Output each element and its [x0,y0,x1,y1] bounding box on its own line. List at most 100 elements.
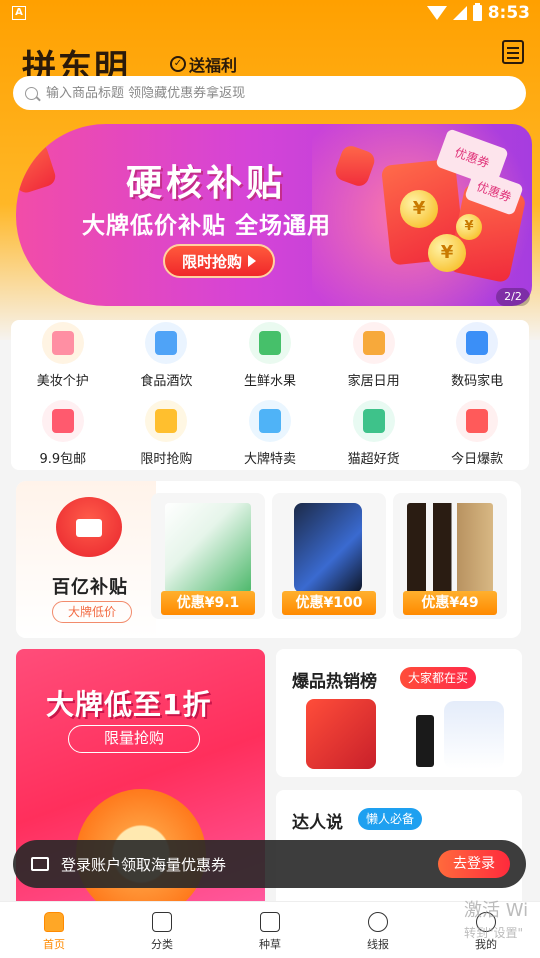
subsidy-title: 百亿补贴 [52,577,128,598]
status-bar: A 8:53 [0,0,540,28]
nav-label: 线报 [367,938,389,951]
category-label: 限时抢购 [140,452,193,467]
category-icon [248,400,291,442]
category-item[interactable]: 美妆个护 [11,320,115,400]
promo-talk-tag: 懒人必备 [358,808,423,830]
deals-icon [368,912,388,932]
subsidy-product-wine[interactable]: 优惠¥49 [393,493,507,619]
coin-icon: ¥ [456,214,482,240]
category-icon [456,400,499,442]
product-price: 优惠¥9.1 [161,591,255,615]
category-icon [352,322,395,364]
search-bar[interactable] [13,76,526,110]
nav-tab-home[interactable]: 首页 [0,902,108,958]
watermark-line2: 转到"设置" [464,926,524,940]
app-logo: 拼东明 [22,48,130,76]
product-price: 优惠¥49 [403,591,497,615]
bottom-nav: 首页 分类 种草 线报 我的 [0,901,540,958]
product-image [165,503,251,593]
product-price: 优惠¥100 [282,591,376,615]
category-label: 9.9包邮 [39,452,87,467]
subsidy-card[interactable]: 百亿补贴 大牌低价 优惠¥9.1 优惠¥100 优惠¥49 [16,481,521,638]
login-prompt-text: 登录账户领取海量优惠券 [61,855,227,874]
check-icon: ✓ [170,56,186,72]
banner-button-label: 限时抢购 [181,252,242,271]
category-item[interactable]: 今日爆款 [425,400,529,470]
promo-hot-tag: 大家都在买 [400,667,477,689]
subsidy-product-milk[interactable]: 优惠¥9.1 [151,493,265,619]
list-icon[interactable] [502,40,524,64]
slogan-text: 送福利 [189,56,238,75]
nav-tab-discover[interactable]: 种草 [216,902,324,958]
product-image [407,503,493,593]
promo-discount-title: 大牌低至1折 [46,688,212,721]
nav-label: 种草 [259,938,281,951]
coin-icon: ¥ [428,234,466,272]
login-prompt[interactable]: 登录账户领取海量优惠券 去登录 [13,840,526,888]
category-grid: 美妆个护 食品酒饮 生鲜水果 家居日用 数码家电 9.9包邮 限时抢购 大牌特卖 猫超好货 今日爆… [11,320,529,470]
category-icon [456,322,499,364]
app-notification-icon: A [12,6,26,20]
home-icon [44,912,64,932]
search-icon [25,86,38,100]
category-label: 生鲜水果 [243,374,296,389]
promo-banner[interactable]: 硬核补贴 大牌低价补贴 全场通用 限时抢购 优惠券 优惠券 ¥ ¥ ¥ [16,124,532,306]
banner-title: 硬核补贴 [126,163,287,204]
discover-icon [260,912,280,932]
promo-hot-card[interactable]: 爆品热销榜 大家都在买 [276,649,522,777]
login-button[interactable]: 去登录 [438,850,510,878]
promo-talk-title: 达人说 [292,813,343,833]
category-icon [248,322,291,364]
signal-icon [452,6,467,20]
category-icon [152,912,172,932]
product-image [294,503,362,593]
nav-tab-category[interactable]: 分类 [108,902,216,958]
category-icon [352,400,395,442]
subsidy-tag: 大牌低价 [52,601,132,623]
category-label: 食品酒饮 [140,374,193,389]
category-icon [145,400,188,442]
category-item[interactable]: 大牌特卖 [218,400,322,470]
battery-icon [472,3,482,21]
promo-hot-title: 爆品热销榜 [292,672,377,692]
category-icon [145,322,188,364]
promo-discount-button[interactable]: 限量抢购 [68,725,200,753]
category-item[interactable]: 食品酒饮 [115,320,219,400]
category-item[interactable]: 家居日用 [322,320,426,400]
watermark-line1: 激活 Wi [464,900,529,921]
category-label: 大牌特卖 [243,452,296,467]
category-item[interactable]: 9.9包邮 [11,400,115,470]
nav-tab-deals[interactable]: 线报 [324,902,432,958]
nav-label: 分类 [151,938,173,951]
formula-can-image [444,701,504,769]
nuts-gift-box-image [306,699,376,769]
category-label: 猫超好货 [347,452,400,467]
category-icon [41,400,84,442]
subsidy-product-phone[interactable]: 优惠¥100 [272,493,386,619]
lipstick-image [416,715,434,767]
category-icon [41,322,84,364]
category-label: 数码家电 [451,374,504,389]
nav-label: 首页 [43,938,65,951]
category-item[interactable]: 数码家电 [425,320,529,400]
banner-buy-button[interactable]: 限时抢购 [163,244,275,278]
banner-subtitle: 大牌低价补贴 全场通用 [82,213,332,239]
status-time: 8:53 [487,3,530,23]
wifi-icon [426,6,447,20]
search-input[interactable] [46,85,506,101]
coupon-icon [31,857,49,871]
slogan: ✓ 送福利 [170,52,237,76]
category-label: 今日爆款 [451,452,504,467]
category-label: 美妆个护 [36,374,89,389]
play-icon [248,255,256,267]
red-packet-icon [16,140,58,196]
category-label: 家居日用 [347,374,400,389]
subsidy-header: 百亿补贴 大牌低价 [16,481,156,638]
system-watermark: 激活 Wi 转到"设置" [464,900,540,944]
category-item[interactable]: 生鲜水果 [218,320,322,400]
coin-icon: ¥ [400,190,438,228]
red-envelope-icon [56,497,122,557]
category-item[interactable]: 猫超好货 [322,400,426,470]
category-item[interactable]: 限时抢购 [115,400,219,470]
banner-page-indicator: 2/2 [496,288,530,306]
